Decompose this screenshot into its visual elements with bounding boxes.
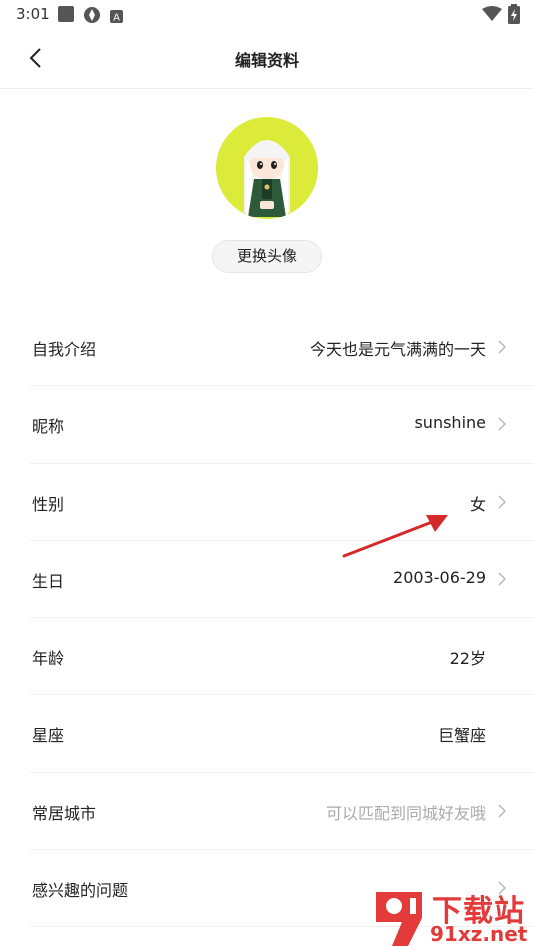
svg-text:A: A: [113, 13, 120, 24]
row-label: 昵称: [32, 417, 65, 437]
row-value: sunshine: [414, 413, 486, 433]
row-value: 22岁: [449, 649, 486, 669]
row-value: 2003-06-29: [393, 567, 486, 587]
annotation-arrow: [342, 515, 448, 558]
row-label: 性别: [32, 494, 65, 514]
status-bar: 3:01 A: [0, 0, 534, 28]
profile-row[interactable]: 年龄 22岁: [30, 618, 534, 696]
wifi-icon: [482, 6, 502, 26]
profile-row[interactable]: 昵称 sunshine: [30, 386, 534, 464]
avatar-character-icon: [244, 140, 290, 217]
chevron-right-icon: [498, 804, 506, 818]
chevron-right-icon: [498, 572, 506, 586]
profile-row[interactable]: 生日 2003-06-29: [30, 541, 534, 619]
chevron-right-icon: [498, 495, 506, 509]
watermark: 下载站 91xz.net: [370, 888, 534, 950]
profile-row[interactable]: 性别 女: [30, 464, 534, 541]
row-label: 感兴趣的问题: [32, 881, 129, 901]
row-value: 今天也是元气满满的一天: [309, 340, 486, 359]
page-title: 编辑资料: [234, 51, 299, 70]
row-label: 生日: [32, 571, 65, 591]
chevron-right-icon: [498, 340, 506, 354]
watermark-url: 91xz.net: [430, 922, 528, 946]
avatar[interactable]: [216, 117, 318, 219]
chevron-right-icon: [498, 417, 506, 431]
row-value: 巨蟹座: [437, 726, 486, 746]
row-value: 可以匹配到同城好友哦: [325, 803, 486, 823]
profile-row[interactable]: 星座 巨蟹座: [30, 695, 534, 773]
row-label: 星座: [32, 726, 65, 746]
font-notification-icon: A: [110, 8, 123, 27]
app-notification-icon: [58, 6, 75, 27]
sync-notification-icon: [83, 6, 101, 28]
status-time: 3:01: [16, 5, 50, 23]
profile-row[interactable]: 自我介绍 今天也是元气满满的一天: [30, 309, 534, 387]
battery-icon: [508, 4, 520, 28]
row-value: 女: [469, 494, 486, 514]
profile-field-list: 自我介绍 今天也是元气满满的一天昵称 sunshine 性别 女生日 2003-06-29…: [0, 309, 534, 928]
change-avatar-button[interactable]: 更换头像: [212, 240, 322, 273]
row-label: 年龄: [32, 649, 65, 669]
row-label: 常居城市: [32, 803, 97, 823]
row-label: 自我介绍: [32, 340, 97, 359]
profile-row[interactable]: 常居城市 可以匹配到同城好友哦: [30, 773, 534, 851]
watermark-logo-icon: [376, 892, 422, 946]
top-bar: 编辑资料: [0, 28, 534, 89]
